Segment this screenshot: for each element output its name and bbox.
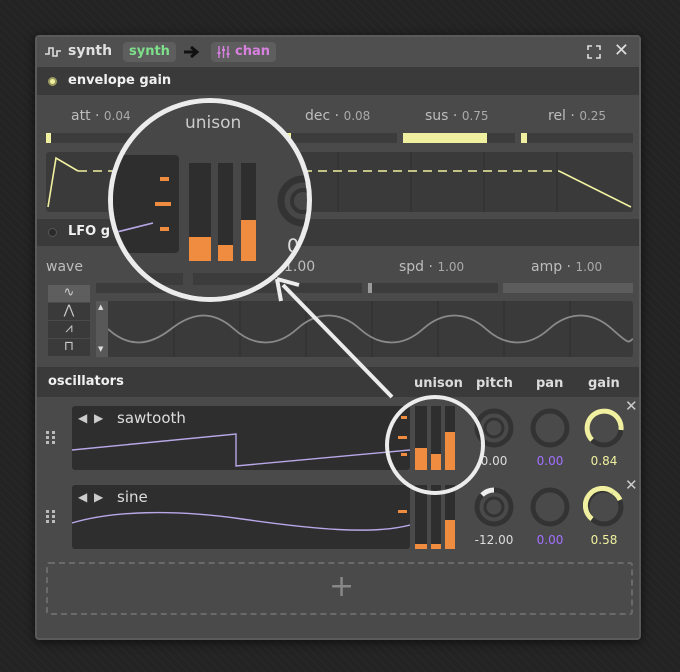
remove-oscillator-button[interactable]: ✕ <box>625 397 638 415</box>
wave-label: wave <box>46 259 83 275</box>
amp-label: amp · 1.00 <box>531 259 603 275</box>
magnifier-pitch-value: 0 <box>287 235 300 257</box>
pan-knob[interactable] <box>529 486 571 528</box>
magnifier-voice-meter <box>189 163 211 261</box>
plus-icon: + <box>329 569 355 604</box>
pitch-knob[interactable] <box>473 486 515 528</box>
envelope-header: envelope gain <box>37 68 639 95</box>
unison-column-header: unison <box>414 376 463 391</box>
mixer-icon <box>217 46 230 58</box>
magnifier-detune-meter <box>218 163 233 261</box>
pitch-value: -12.00 <box>474 533 514 547</box>
lfo-title: LFO g <box>68 224 111 239</box>
magnifier-title: unison <box>185 113 242 133</box>
magnifier-callout: unison 0 <box>108 98 312 302</box>
highlight-circle <box>385 395 485 495</box>
waveform-display[interactable]: ◀ ▶ sawtooth <box>72 406 410 470</box>
amp-slider[interactable] <box>503 283 633 293</box>
drag-handle-icon[interactable] <box>46 431 56 445</box>
envelope-enable-toggle[interactable] <box>48 77 57 86</box>
pan-value: 0.00 <box>536 533 564 547</box>
unison-spread-meter <box>445 485 455 549</box>
gain-knob[interactable] <box>583 407 625 449</box>
sus-slider-fill <box>403 133 487 143</box>
lfo-waveform <box>108 301 633 357</box>
spd-slider[interactable] <box>368 283 498 293</box>
lfo-graph: ▲ ▼ <box>96 301 633 357</box>
pan-column-header: pan <box>536 376 564 391</box>
arrow-right-icon <box>184 45 200 59</box>
sawtooth-waveform <box>72 433 410 467</box>
dec-slider[interactable] <box>282 133 397 143</box>
rel-slider-fill <box>521 133 527 143</box>
envelope-title: envelope gain <box>68 73 172 88</box>
sus-slider[interactable] <box>403 133 515 143</box>
spd-slider-fill <box>368 283 372 293</box>
oscillators-title: oscillators <box>48 374 124 389</box>
lfo-wave-sine-button[interactable]: ∿ <box>48 285 90 302</box>
magnifier-spread-meter <box>241 163 256 261</box>
att-slider-fill <box>46 133 51 143</box>
gain-column-header: gain <box>588 376 620 391</box>
scroll-down-icon[interactable]: ▼ <box>98 345 103 353</box>
pan-value: 0.00 <box>536 454 564 468</box>
gain-knob[interactable] <box>583 486 625 528</box>
channel-chip[interactable]: chan <box>211 42 276 62</box>
window-title: synth <box>68 43 113 59</box>
rel-label: rel · 0.25 <box>548 108 607 124</box>
sus-label: sus · 0.75 <box>425 108 489 124</box>
magnifier-pitch-knob <box>277 175 307 227</box>
title-bar[interactable]: synth synth chan ✕ <box>37 37 639 68</box>
maximize-icon[interactable] <box>587 45 601 59</box>
dec-label: dec · 0.08 <box>305 108 371 124</box>
oscillator-row: ◀ ▶ sawtooth 0.00 0.00 0.84 ✕ <box>38 397 638 477</box>
synth-window: synth synth chan ✕ envelope gain att · 0… <box>35 35 641 640</box>
pitch-column-header: pitch <box>476 376 513 391</box>
rel-slider[interactable] <box>521 133 633 143</box>
remove-oscillator-button[interactable]: ✕ <box>625 476 638 494</box>
unison-control[interactable] <box>395 485 455 549</box>
synth-wave-icon <box>45 47 61 57</box>
sine-waveform <box>72 511 410 531</box>
pan-knob[interactable] <box>529 407 571 449</box>
oscillator-row: ◀ ▶ sine -12.00 0.00 0.58 ✕ <box>38 476 638 556</box>
spd-label: spd · 1.00 <box>399 259 465 275</box>
gain-value: 0.84 <box>590 454 618 468</box>
scroll-up-icon[interactable]: ▲ <box>98 303 103 311</box>
lfo-enable-toggle[interactable] <box>48 228 57 237</box>
magnifier-bottom <box>113 263 307 297</box>
unison-marker <box>398 510 407 513</box>
lfo-wave-saw-button[interactable]: ⩘ <box>48 321 90 338</box>
lfo-scrollbar[interactable]: ▲ ▼ <box>96 301 108 357</box>
channel-chip-label: chan <box>235 44 270 59</box>
close-button[interactable]: ✕ <box>614 41 629 61</box>
waveform-display[interactable]: ◀ ▶ sine <box>72 485 410 549</box>
lfo-wave-square-button[interactable]: ⊓ <box>48 339 90 356</box>
synth-chip[interactable]: synth <box>123 42 176 62</box>
magnifier-waveform-slice <box>113 155 179 253</box>
gain-value: 0.58 <box>590 533 618 547</box>
drag-handle-icon[interactable] <box>46 510 56 524</box>
unison-voice-meter <box>415 485 427 549</box>
lfo-wave-triangle-button[interactable]: ⋀ <box>48 303 90 320</box>
add-oscillator-button[interactable]: + <box>46 562 633 615</box>
